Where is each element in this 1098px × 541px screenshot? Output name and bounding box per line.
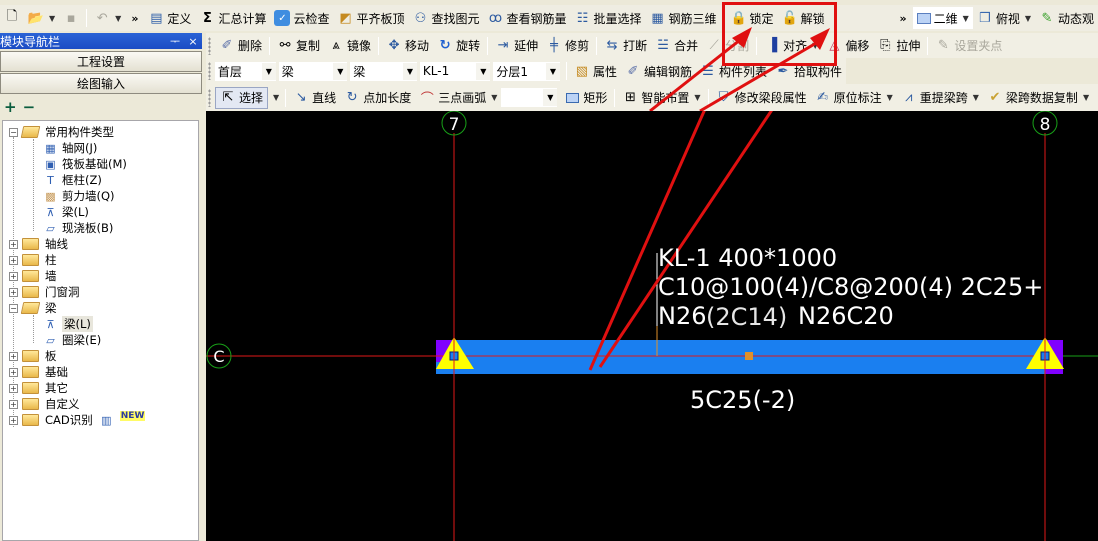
beam-annotation-line3: N26C20 (798, 302, 894, 330)
tree-label: CAD识别 (45, 413, 93, 427)
expand-toggle-icon[interactable]: + (9, 287, 18, 297)
tree-label: 板 (45, 349, 57, 363)
tree-label: 梁 (45, 301, 57, 315)
grip-midpoint[interactable] (745, 352, 753, 360)
tree-node-other[interactable]: + 其它 (9, 380, 68, 396)
axis-label-8: 8 (1040, 115, 1051, 135)
folder-icon (22, 238, 39, 250)
tree-node-slab[interactable]: + 板 (9, 348, 57, 364)
expand-toggle-icon[interactable]: + (9, 399, 18, 409)
canvas-drawing: 7 8 C (206, 111, 1098, 541)
expand-toggle-icon[interactable]: + (9, 255, 18, 265)
tree-label: 圈梁(E) (62, 333, 102, 347)
folder-icon (22, 366, 39, 378)
beam-annotation-line2: C10@100(4)/C8@200(4) 2C25+ (658, 273, 1044, 301)
tree-node-custom[interactable]: + 自定义 (9, 396, 80, 412)
tree-label: 梁(L) (62, 316, 93, 332)
expand-toggle-icon[interactable]: + (9, 383, 18, 393)
expand-toggle-icon[interactable]: + (9, 351, 18, 361)
tree-label: 筏板基础(M) (62, 157, 127, 171)
tree-label: 自定义 (45, 397, 80, 411)
beam-annotation-line3-prefix: N26 (658, 302, 707, 330)
tree-label: 框柱(Z) (62, 173, 102, 187)
tree-label: 常用构件类型 (45, 125, 114, 139)
collapse-toggle-icon[interactable]: − (9, 127, 18, 137)
tree-node-cad-recognition[interactable]: + CAD识别 ▥ NEW (9, 411, 146, 428)
expand-toggle-icon[interactable]: + (9, 367, 18, 377)
tree-node-openings[interactable]: + 门窗洞 (9, 284, 80, 300)
tree-item-beam[interactable]: ⊼ 梁(L) (43, 204, 89, 220)
axis-label-7: 7 (449, 115, 460, 135)
tree-item-axis-grid[interactable]: ▦ 轴网(J) (43, 140, 97, 156)
tree-label: 墙 (45, 269, 57, 283)
folder-icon (22, 382, 39, 394)
raft-foundation-icon: ▣ (45, 157, 56, 171)
column-icon: T (47, 173, 54, 187)
tree-label: 轴线 (45, 237, 68, 251)
tree-node-foundation[interactable]: + 基础 (9, 364, 68, 380)
tree-label: 现浇板(B) (62, 221, 114, 235)
tree-label: 门窗洞 (45, 285, 80, 299)
axis-grid-icon: ▦ (45, 141, 56, 155)
beam-icon: ⊼ (46, 205, 55, 219)
new-badge: NEW (119, 411, 146, 421)
pointer-arrow-lock (588, 111, 706, 371)
tree-item-raft-foundation[interactable]: ▣ 筏板基础(M) (43, 156, 127, 172)
folder-icon (22, 270, 39, 282)
tree-item-frame-column[interactable]: T 框柱(Z) (43, 172, 102, 188)
tree-item-cast-slab[interactable]: ▱ 现浇板(B) (43, 220, 113, 236)
beam-annotation-line1: KL-1 400*1000 (658, 244, 838, 272)
tree-label: 其它 (45, 381, 68, 395)
drawing-canvas[interactable]: 7 8 C KL-1 400*1000 C10@100(4)/C8@200(4)… (206, 111, 1098, 541)
folder-icon (22, 286, 39, 298)
shear-wall-icon: ▩ (45, 189, 56, 203)
beam-annotation-overlap: (2C14) (706, 303, 788, 331)
folder-icon (22, 254, 39, 266)
folder-open-icon (20, 126, 41, 138)
arrow-shaft-unlock (699, 40, 819, 111)
expand-toggle-icon[interactable]: + (9, 271, 18, 281)
tree-label: 基础 (45, 365, 68, 379)
beam-annotation-bottom: 5C25(-2) (690, 386, 796, 414)
beam-icon: ⊼ (46, 317, 55, 331)
cad-icon: ▥ (101, 413, 112, 427)
tree-node-column[interactable]: + 柱 (9, 252, 57, 268)
expand-toggle-icon[interactable]: + (9, 415, 18, 425)
arrow-shaft-lock (649, 38, 741, 111)
tree-item-beam-selected[interactable]: ⊼ 梁(L) (43, 316, 93, 332)
tree-node-common[interactable]: − 常用构件类型 (9, 124, 114, 140)
tree-label: 轴网(J) (62, 141, 98, 155)
folder-icon (22, 350, 39, 362)
folder-icon (22, 414, 39, 426)
tree-node-axis[interactable]: + 轴线 (9, 236, 68, 252)
folder-open-icon (20, 302, 41, 314)
component-tree: − 常用构件类型 ▦ 轴网(J) ▣ 筏板基础(M) T 框柱(Z) ▩ 剪力墙(Q) … (2, 120, 199, 541)
tree-label: 梁(L) (62, 205, 89, 219)
pointer-arrows-overlay (649, 27, 830, 111)
tree-node-beam[interactable]: − 梁 (9, 300, 57, 316)
tree-label: 柱 (45, 253, 57, 267)
tree-item-shear-wall[interactable]: ▩ 剪力墙(Q) (43, 188, 115, 204)
ring-beam-icon: ▱ (46, 333, 55, 347)
folder-icon (22, 398, 39, 410)
collapse-toggle-icon[interactable]: − (9, 303, 18, 313)
tree-item-ring-beam[interactable]: ▱ 圈梁(E) (43, 332, 101, 348)
axis-label-c: C (213, 347, 224, 366)
tree-label: 剪力墙(Q) (62, 189, 115, 203)
expand-toggle-icon[interactable]: + (9, 239, 18, 249)
arrow-head-unlock (810, 28, 830, 50)
app-window: 🗋 📂 ▼ ▪ ↶ ▼ » ▤ 定义 Σ 汇总计算 ✓ 云检查 ◩ 平齐板顶 ⚇ 查找图元 ꝏ… (0, 0, 1098, 541)
slab-icon: ▱ (46, 221, 55, 235)
tree-node-wall[interactable]: + 墙 (9, 268, 57, 284)
